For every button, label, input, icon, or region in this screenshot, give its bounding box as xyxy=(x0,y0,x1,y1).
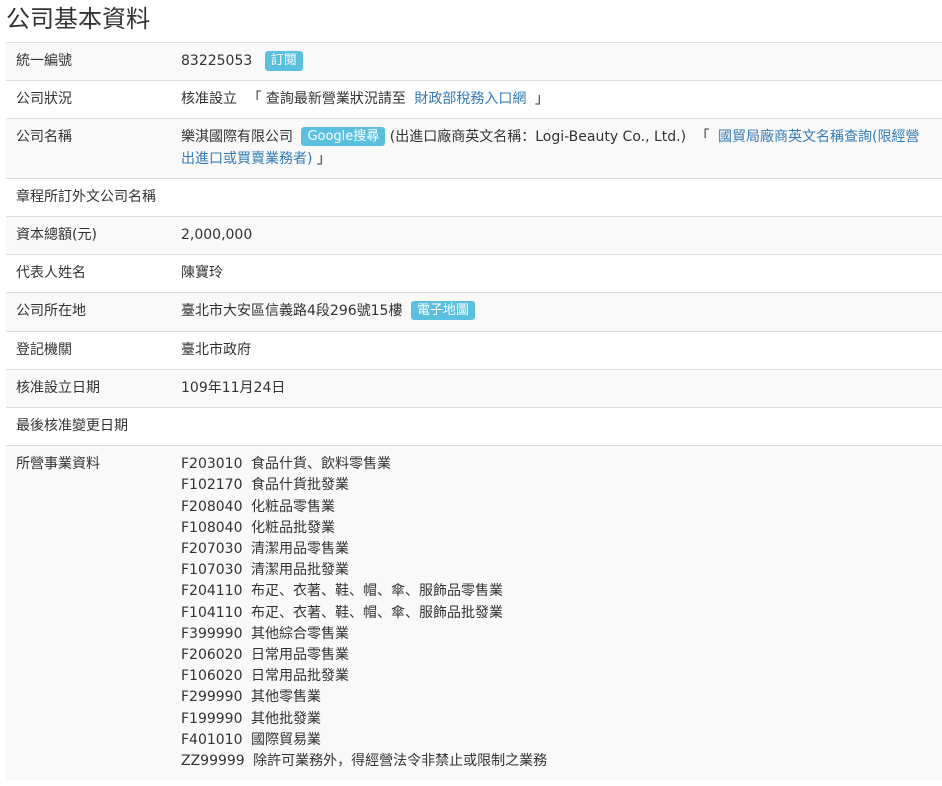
company-name-value: 樂淇國際有限公司 xyxy=(181,129,293,146)
business-desc: 除許可業務外，得經營法令非禁止或限制之業務 xyxy=(253,753,548,770)
business-item: F207030 清潔用品零售業 xyxy=(181,539,932,560)
business-desc: 日常用品零售業 xyxy=(250,647,349,664)
tax-id-cell: 83225053 訂閱 xyxy=(171,41,942,81)
row-tax-id: 統一編號 83225053 訂閱 xyxy=(6,41,942,81)
business-item: F106020 日常用品批發業 xyxy=(181,666,932,687)
business-desc: 其他零售業 xyxy=(250,689,321,706)
row-company-name: 公司名稱 樂淇國際有限公司 Google搜尋 (出進口廠商英文名稱：Logi-B… xyxy=(6,118,942,179)
business-desc: 布疋、衣著、鞋、帽、傘、服飾品零售業 xyxy=(250,583,503,600)
approval-date-label: 核准設立日期 xyxy=(6,368,171,408)
foreign-name-value xyxy=(171,177,942,217)
business-item: F399990 其他綜合零售業 xyxy=(181,624,932,645)
business-desc: 國際貿易業 xyxy=(250,731,321,748)
map-button[interactable]: 電子地圖 xyxy=(410,301,475,321)
tax-id-value: 83225053 xyxy=(181,53,253,69)
approval-date-value: 109年11月24日 xyxy=(171,368,942,408)
status-open-bracket: 「 xyxy=(247,91,262,108)
row-last-change-date: 最後核准變更日期 xyxy=(6,407,942,446)
business-code: F204110 xyxy=(181,583,243,600)
row-foreign-name: 章程所訂外文公司名稱 xyxy=(6,177,942,217)
tax-id-label: 統一編號 xyxy=(6,41,171,81)
business-desc: 化粧品零售業 xyxy=(250,498,335,515)
google-search-button[interactable]: Google搜尋 xyxy=(301,127,386,147)
company-name-label: 公司名稱 xyxy=(6,118,171,179)
business-item: F204110 布疋、衣著、鞋、帽、傘、服飾品零售業 xyxy=(181,581,932,602)
business-desc: 日常用品批發業 xyxy=(250,668,349,685)
status-cell: 核准設立 「 查詢最新營業狀況請至 財政部稅務入口網 」 xyxy=(171,80,942,119)
business-item: ZZ99999 除許可業務外，得經營法令非禁止或限制之業務 xyxy=(181,751,932,772)
company-name-cell: 樂淇國際有限公司 Google搜尋 (出進口廠商英文名稱：Logi-Beauty… xyxy=(171,118,942,179)
business-code: F106020 xyxy=(181,668,243,685)
business-desc: 清潔用品零售業 xyxy=(250,541,349,558)
registration-authority-label: 登記機關 xyxy=(6,330,171,370)
representative-label: 代表人姓名 xyxy=(6,254,171,293)
capital-label: 資本總額(元) xyxy=(6,216,171,255)
business-item: F208040 化粧品零售業 xyxy=(181,497,932,518)
row-address: 公司所在地 臺北市大安區信義路4段296號15樓 電子地圖 xyxy=(6,292,942,332)
status-note: 查詢最新營業狀況請至 xyxy=(265,91,406,108)
row-representative: 代表人姓名 陳寶玲 xyxy=(6,254,942,293)
business-code: F399990 xyxy=(181,625,243,642)
business-code: F208040 xyxy=(181,498,243,515)
business-item: F107030 清潔用品批發業 xyxy=(181,560,932,581)
registration-authority-value: 臺北市政府 xyxy=(171,330,942,370)
business-code: F104110 xyxy=(181,604,243,621)
row-business: 所營事業資料 F203010 食品什貨、飲料零售業 F102170 食品什貨批發… xyxy=(6,445,942,781)
business-code: F107030 xyxy=(181,562,243,579)
business-code: ZZ99999 xyxy=(181,753,245,770)
business-code: F199990 xyxy=(181,710,243,727)
page: 公司基本資料 統一編號 83225053 訂閱 公司狀況 核准設立 「 查詢最新… xyxy=(0,0,942,786)
address-label: 公司所在地 xyxy=(6,292,171,332)
business-item: F104110 布疋、衣著、鞋、帽、傘、服飾品批發業 xyxy=(181,603,932,624)
business-desc: 食品什貨、飲料零售業 xyxy=(250,456,391,473)
address-cell: 臺北市大安區信義路4段296號15樓 電子地圖 xyxy=(171,292,942,332)
business-desc: 化粧品批發業 xyxy=(250,519,335,536)
row-registration-authority: 登記機關 臺北市政府 xyxy=(6,330,942,370)
business-code: F206020 xyxy=(181,647,243,664)
business-code: F207030 xyxy=(181,541,243,558)
business-code: F401010 xyxy=(181,731,243,748)
business-list: F203010 食品什貨、飲料零售業 F102170 食品什貨批發業 F2080… xyxy=(171,445,942,781)
business-code: F108040 xyxy=(181,519,243,536)
business-desc: 其他批發業 xyxy=(250,710,321,727)
business-desc: 清潔用品批發業 xyxy=(250,562,349,579)
business-desc: 其他綜合零售業 xyxy=(250,625,349,642)
status-label: 公司狀況 xyxy=(6,80,171,119)
business-code: F203010 xyxy=(181,456,243,473)
tax-portal-link[interactable]: 財政部稅務入口網 xyxy=(414,91,526,107)
capital-value: 2,000,000 xyxy=(171,216,942,255)
page-title: 公司基本資料 xyxy=(6,5,150,33)
last-change-date-value xyxy=(171,407,942,446)
business-item: F203010 食品什貨、飲料零售業 xyxy=(181,454,932,475)
business-item: F199990 其他批發業 xyxy=(181,709,932,730)
subscribe-button[interactable]: 訂閱 xyxy=(264,51,303,71)
foreign-name-label: 章程所訂外文公司名稱 xyxy=(6,177,171,217)
business-desc: 布疋、衣著、鞋、帽、傘、服飾品批發業 xyxy=(250,604,503,621)
business-desc: 食品什貨批發業 xyxy=(250,477,349,494)
business-item: F299990 其他零售業 xyxy=(181,687,932,708)
name-open-bracket: 「 xyxy=(695,129,710,146)
business-item: F401010 國際貿易業 xyxy=(181,730,932,751)
business-item: F108040 化粧品批發業 xyxy=(181,518,932,539)
business-code: F299990 xyxy=(181,689,243,706)
english-name-text: (出進口廠商英文名稱：Logi-Beauty Co., Ltd.) xyxy=(389,129,687,146)
row-status: 公司狀況 核准設立 「 查詢最新營業狀況請至 財政部稅務入口網 」 xyxy=(6,80,942,119)
last-change-date-label: 最後核准變更日期 xyxy=(6,407,171,446)
company-info-table: 統一編號 83225053 訂閱 公司狀況 核准設立 「 查詢最新營業狀況請至 … xyxy=(6,41,942,781)
representative-value: 陳寶玲 xyxy=(171,254,942,293)
business-code: F102170 xyxy=(181,477,243,494)
address-value: 臺北市大安區信義路4段296號15樓 xyxy=(181,303,403,320)
status-close-bracket: 」 xyxy=(534,91,549,108)
row-approval-date: 核准設立日期 109年11月24日 xyxy=(6,368,942,408)
business-item: F206020 日常用品零售業 xyxy=(181,645,932,666)
business-label: 所營事業資料 xyxy=(6,445,171,781)
name-close-bracket: 」 xyxy=(316,150,331,167)
row-capital: 資本總額(元) 2,000,000 xyxy=(6,216,942,255)
business-item: F102170 食品什貨批發業 xyxy=(181,475,932,496)
status-value: 核准設立 xyxy=(181,91,237,108)
